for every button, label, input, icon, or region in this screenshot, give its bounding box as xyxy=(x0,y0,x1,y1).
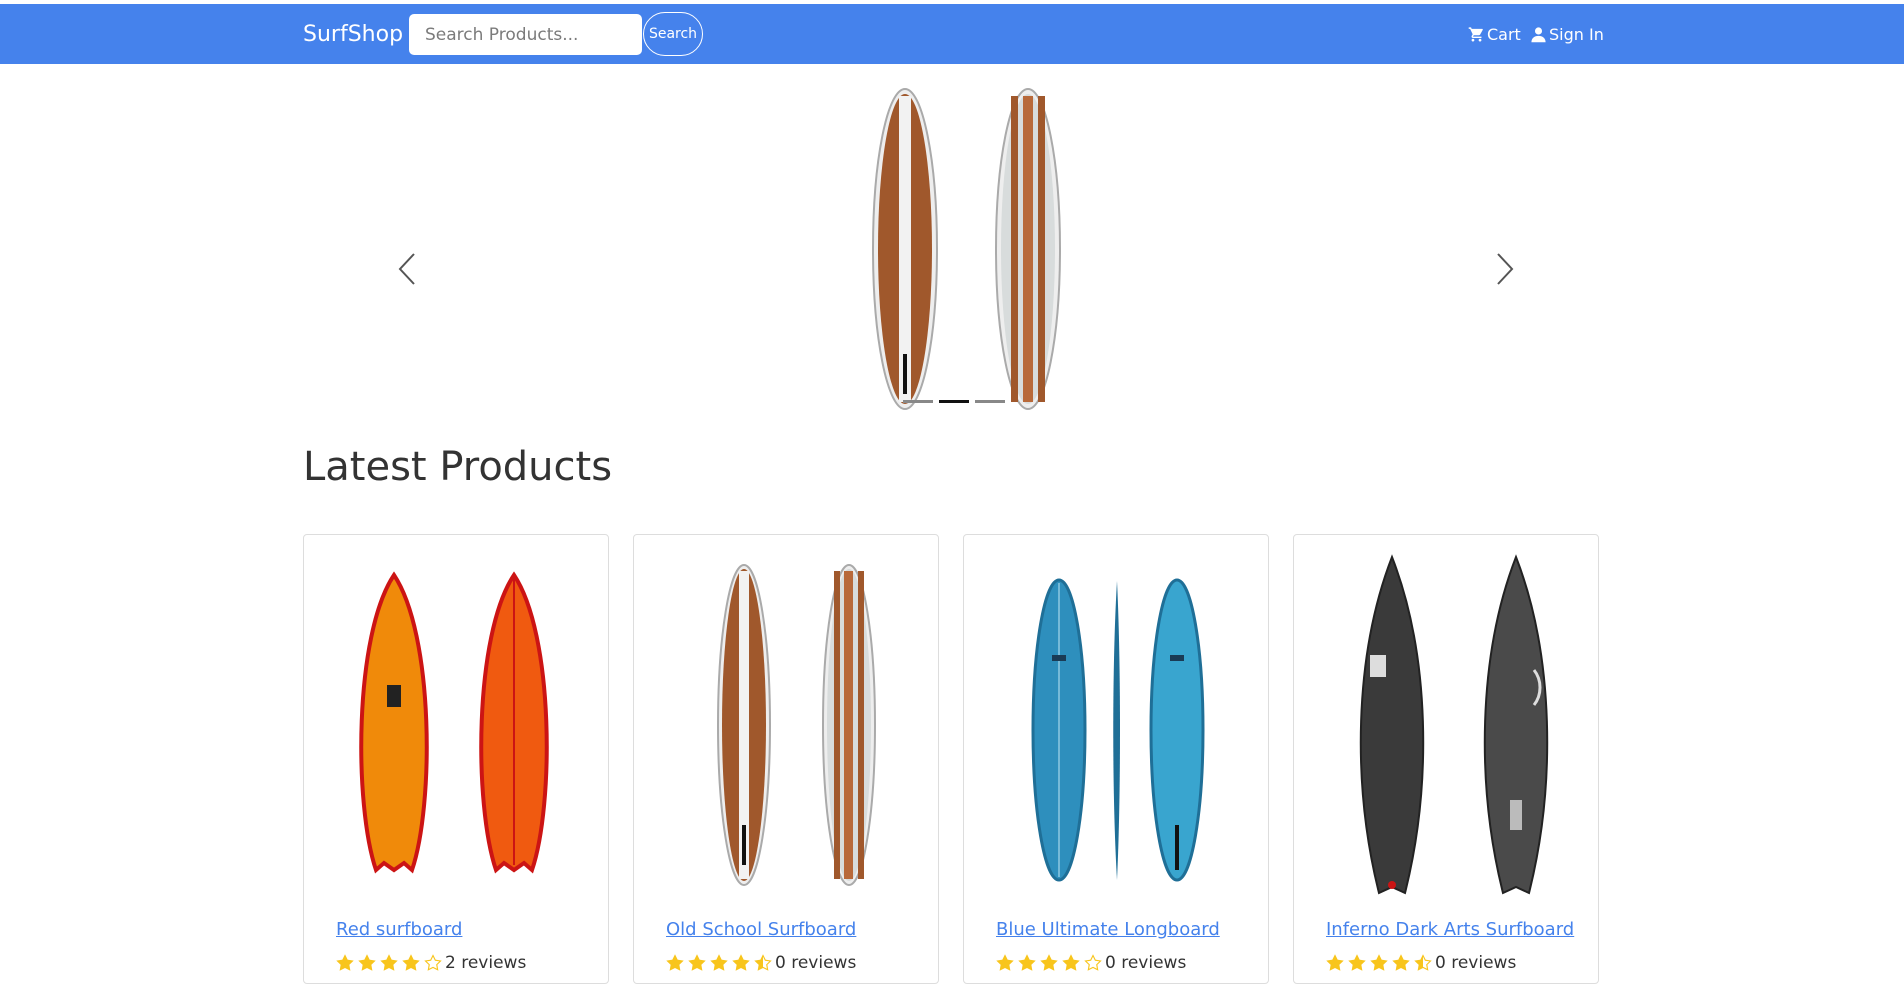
carousel-indicator[interactable] xyxy=(975,400,1005,403)
carousel-indicators xyxy=(903,400,1005,403)
product-card: Inferno Dark Arts Surfboard 0 reviews xyxy=(1293,534,1599,984)
chevron-right-icon xyxy=(1497,253,1514,285)
product-title-link[interactable]: Blue Ultimate Longboard xyxy=(996,919,1220,940)
product-rating: 0 reviews xyxy=(666,953,856,973)
rating-stars xyxy=(996,954,1102,972)
star-full-icon xyxy=(732,954,750,971)
cart-label: Cart xyxy=(1487,25,1521,44)
carousel-indicator[interactable] xyxy=(903,400,933,403)
product-image[interactable] xyxy=(644,545,930,895)
carousel-prev-button[interactable] xyxy=(387,239,427,299)
product-card: Red surfboard 2 reviews xyxy=(303,534,609,984)
star-full-icon xyxy=(402,954,420,971)
chevron-left-icon xyxy=(398,253,415,285)
section-heading: Latest Products xyxy=(303,444,613,490)
star-full-icon xyxy=(666,954,684,971)
product-image[interactable] xyxy=(314,545,600,895)
rating-stars xyxy=(1326,954,1432,972)
rating-stars xyxy=(336,954,442,972)
star-full-icon xyxy=(996,954,1014,971)
review-count: 0 reviews xyxy=(1435,953,1517,973)
carousel-slide-image xyxy=(853,84,1063,414)
rating-stars xyxy=(666,954,772,972)
star-full-icon xyxy=(1018,954,1036,971)
star-half-icon xyxy=(1414,954,1432,971)
star-full-icon xyxy=(710,954,728,971)
star-full-icon xyxy=(1370,954,1388,971)
star-full-icon xyxy=(336,954,354,971)
star-full-icon xyxy=(1326,954,1344,971)
review-count: 0 reviews xyxy=(775,953,857,973)
cart-link[interactable]: Cart xyxy=(1468,25,1521,44)
product-image[interactable] xyxy=(974,545,1260,895)
sign-in-label: Sign In xyxy=(1549,25,1604,44)
sign-in-link[interactable]: Sign In xyxy=(1530,25,1604,44)
user-icon xyxy=(1531,27,1546,43)
product-card: Blue Ultimate Longboard 0 reviews xyxy=(963,534,1269,984)
product-title-link[interactable]: Red surfboard xyxy=(336,919,462,940)
product-rating: 2 reviews xyxy=(336,953,526,973)
search-input[interactable] xyxy=(409,14,642,55)
star-full-icon xyxy=(1040,954,1058,971)
review-count: 2 reviews xyxy=(445,953,527,973)
star-full-icon xyxy=(1348,954,1366,971)
product-card: Old School Surfboard 0 reviews xyxy=(633,534,939,984)
product-rating: 0 reviews xyxy=(1326,953,1516,973)
star-full-icon xyxy=(380,954,398,971)
star-empty-icon xyxy=(424,954,442,971)
carousel-next-button[interactable] xyxy=(1485,239,1525,299)
star-full-icon xyxy=(358,954,376,971)
carousel-indicator[interactable] xyxy=(939,400,969,403)
navbar: SurfShop Search Cart Sign In xyxy=(0,4,1904,64)
product-rating: 0 reviews xyxy=(996,953,1186,973)
cart-icon xyxy=(1468,27,1483,42)
star-full-icon xyxy=(1392,954,1410,971)
product-title-link[interactable]: Old School Surfboard xyxy=(666,919,856,940)
search-button[interactable]: Search xyxy=(643,12,703,56)
star-half-icon xyxy=(754,954,772,971)
product-carousel xyxy=(303,64,1599,424)
product-image[interactable] xyxy=(1304,545,1590,895)
review-count: 0 reviews xyxy=(1105,953,1187,973)
star-full-icon xyxy=(1062,954,1080,971)
star-full-icon xyxy=(688,954,706,971)
brand-logo[interactable]: SurfShop xyxy=(303,22,403,47)
product-title-link[interactable]: Inferno Dark Arts Surfboard xyxy=(1326,919,1574,940)
star-empty-icon xyxy=(1084,954,1102,971)
